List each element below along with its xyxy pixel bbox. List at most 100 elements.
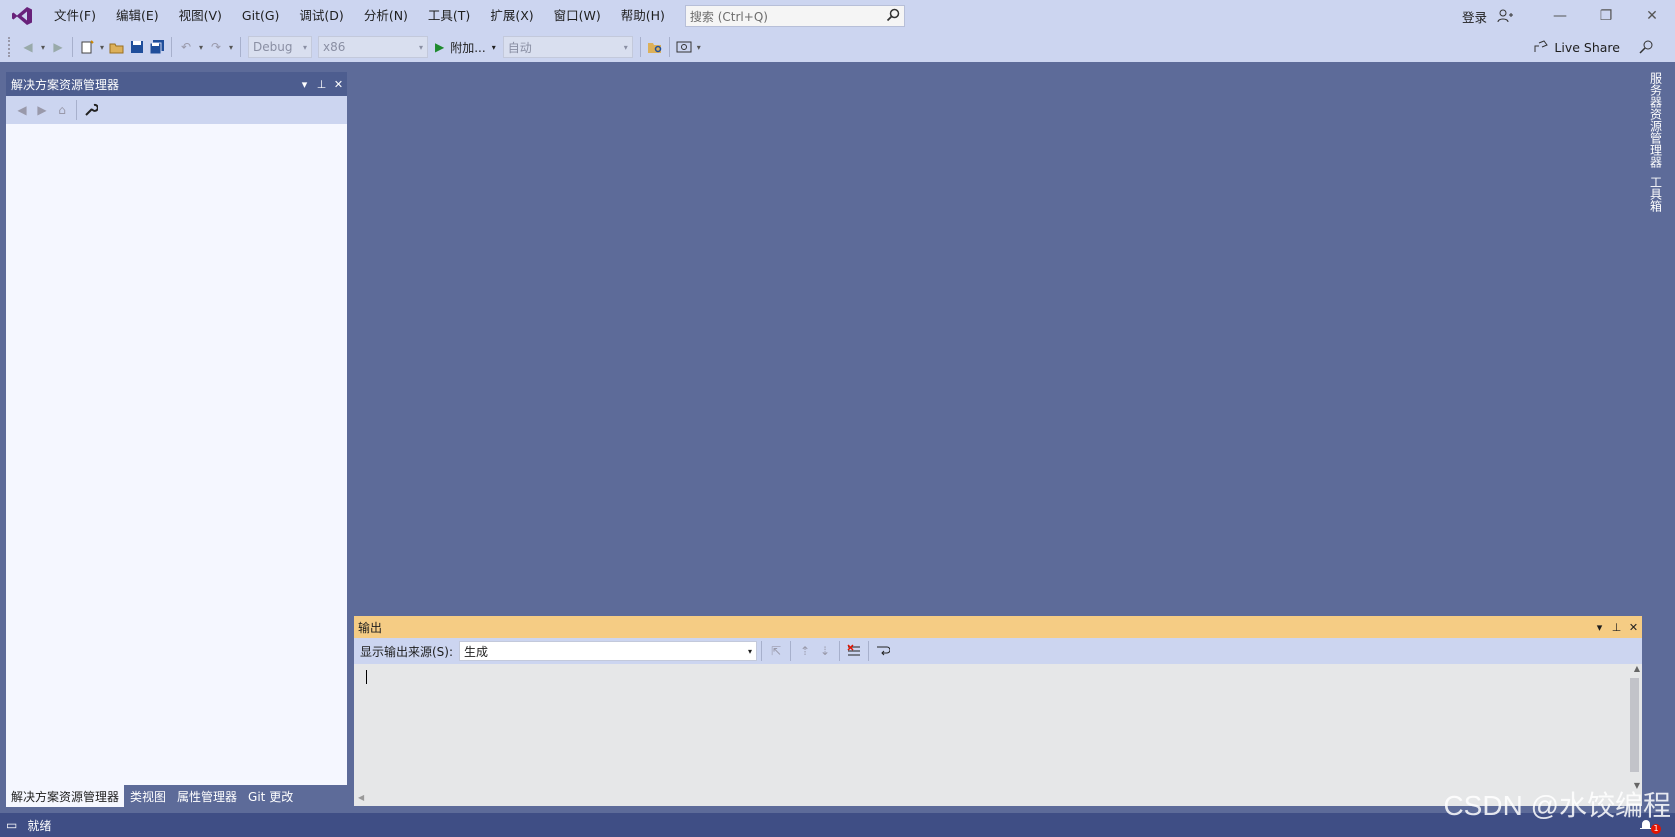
find-message-icon[interactable]: ⇱ [766,640,786,662]
text-caret [366,670,367,684]
play-icon: ▶ [435,40,445,54]
clear-all-icon[interactable] [844,640,864,662]
platform-select[interactable]: x86 ▾ [318,36,428,58]
properties-wrench-icon[interactable] [81,99,101,121]
tab-toolbox[interactable]: 工具箱 [1648,172,1665,216]
close-icon[interactable]: ✕ [1625,616,1642,638]
navigate-forward-icon[interactable]: ▶ [48,36,68,58]
window-options-icon[interactable]: ▾ [296,73,313,95]
toolbar-separator [668,37,670,57]
left-dock-tabs: 解决方案资源管理器 类视图 属性管理器 Git 更改 [6,785,299,807]
toolbar-separator [761,641,763,661]
menu-file[interactable]: 文件(F) [44,0,106,32]
menu-analyze[interactable]: 分析(N) [354,0,418,32]
platform-value: x86 [323,40,346,54]
pin-icon[interactable]: ⊥ [313,73,330,95]
next-message-icon[interactable]: ⇣ [815,640,835,662]
toolbar-overflow-icon[interactable]: ▾ [694,43,704,52]
window-options-icon[interactable]: ▾ [1591,616,1608,638]
vertical-scrollbar[interactable]: ▲ ▼ [1628,664,1642,790]
solution-config-select[interactable]: Debug ▾ [248,36,312,58]
restore-icon[interactable]: ❐ [1583,0,1629,32]
solution-config-value: Debug [253,40,293,54]
toolbar-separator [790,641,792,661]
chevron-down-icon[interactable]: ▾ [196,43,206,52]
title-bar: 文件(F) 编辑(E) 视图(V) Git(G) 调试(D) 分析(N) 工具(… [0,0,1675,32]
navigate-back-icon[interactable]: ◀ [18,36,38,58]
pin-icon[interactable]: ⊥ [1608,616,1625,638]
undo-icon[interactable]: ↶ [176,36,196,58]
chevron-down-icon[interactable]: ▾ [38,43,48,52]
menu-git[interactable]: Git(G) [232,0,290,32]
redo-icon[interactable]: ↷ [206,36,226,58]
menu-bar: 文件(F) 编辑(E) 视图(V) Git(G) 调试(D) 分析(N) 工具(… [44,0,675,32]
toolbar-separator [868,641,870,661]
standard-toolbar: ◀ ▾ ▶ ▾ ↶ ▾ ↷ ▾ Debug ▾ x86 ▾ ▶ 附加... ▾ 自动… [0,32,1675,62]
toolbar-separator [839,641,841,661]
toolbar-separator [171,37,172,57]
chevron-down-icon[interactable]: ▾ [226,43,236,52]
menu-view[interactable]: 视图(V) [169,0,232,32]
open-file-icon[interactable] [107,36,127,58]
search-input[interactable]: 搜索 (Ctrl+Q) [684,5,905,27]
share-icon [1534,40,1549,52]
menu-debug[interactable]: 调试(D) [289,0,353,32]
menu-tools[interactable]: 工具(T) [418,0,480,32]
tab-server-explorer[interactable]: 服务器资源管理器 [1648,68,1665,172]
auto-select-value: 自动 [507,40,532,55]
toolbar-grip[interactable] [8,37,12,57]
tab-git-changes[interactable]: Git 更改 [243,785,299,807]
output-source-select[interactable]: 生成 ▾ [459,641,758,661]
forward-icon[interactable]: ▶ [32,99,52,121]
right-dock-tabs: 服务器资源管理器 工具箱 [1647,68,1665,216]
close-icon[interactable]: ✕ [330,73,347,95]
live-share-button[interactable]: Live Share [1533,32,1620,62]
auto-select[interactable]: 自动 ▾ [502,36,633,58]
find-in-files-icon[interactable] [645,36,665,58]
account-icon[interactable] [1493,0,1517,32]
back-icon[interactable]: ◀ [12,99,32,121]
menu-window[interactable]: 窗口(W) [544,0,611,32]
notifications-bell-icon[interactable]: 1 [1639,816,1661,834]
close-icon[interactable]: ✕ [1629,0,1675,32]
scrollbar-thumb[interactable] [1630,678,1639,772]
toolbar-separator [72,37,73,57]
new-project-icon[interactable] [77,36,97,58]
sign-in-link[interactable]: 登录 [1462,7,1487,26]
solution-explorer-titlebar[interactable]: 解决方案资源管理器 ▾ ⊥ ✕ [6,72,347,96]
chevron-down-icon: ▾ [623,42,628,52]
status-bar: ▭ 就绪 [0,813,1675,837]
status-window-icon: ▭ [6,818,18,832]
scroll-up-icon[interactable]: ▲ [1634,664,1640,673]
menu-extensions[interactable]: 扩展(X) [480,0,543,32]
visual-studio-logo-icon [0,0,44,32]
screenshot-icon[interactable] [674,36,694,58]
tab-property-manager[interactable]: 属性管理器 [172,785,243,807]
feedback-icon[interactable] [1635,36,1657,58]
menu-help[interactable]: 帮助(H) [611,0,675,32]
notification-count-badge: 1 [1651,824,1661,834]
menu-edit[interactable]: 编辑(E) [106,0,169,32]
solution-tree[interactable] [6,124,347,785]
previous-message-icon[interactable]: ⇡ [795,640,815,662]
output-titlebar[interactable]: 输出 ▾ ⊥ ✕ [354,616,1642,638]
attach-run-button[interactable]: ▶ 附加... ▾ [431,36,500,58]
chevron-down-icon: ▾ [491,42,496,52]
run-button-label: 附加... [450,40,486,55]
tab-solution-explorer[interactable]: 解决方案资源管理器 [6,785,125,807]
word-wrap-icon[interactable] [873,640,893,662]
home-icon[interactable]: ⌂ [52,99,72,121]
scroll-left-icon[interactable]: ◀ [358,793,364,802]
chevron-down-icon: ▾ [302,42,307,52]
save-all-icon[interactable] [147,36,167,58]
horizontal-scrollbar[interactable]: ◀ [354,792,1628,806]
save-icon[interactable] [127,36,147,58]
search-placeholder: 搜索 (Ctrl+Q) [689,9,768,24]
output-title: 输出 [358,620,383,635]
minimize-icon[interactable]: — [1537,0,1583,32]
output-toolbar: 显示输出来源(S): 生成 ▾ ⇱ ⇡ ⇣ [354,638,1642,664]
toolbar-separator [639,37,641,57]
tab-class-view[interactable]: 类视图 [125,785,172,807]
solution-explorer-panel: 解决方案资源管理器 ▾ ⊥ ✕ ◀ ▶ ⌂ [6,72,347,785]
chevron-down-icon[interactable]: ▾ [97,43,107,52]
